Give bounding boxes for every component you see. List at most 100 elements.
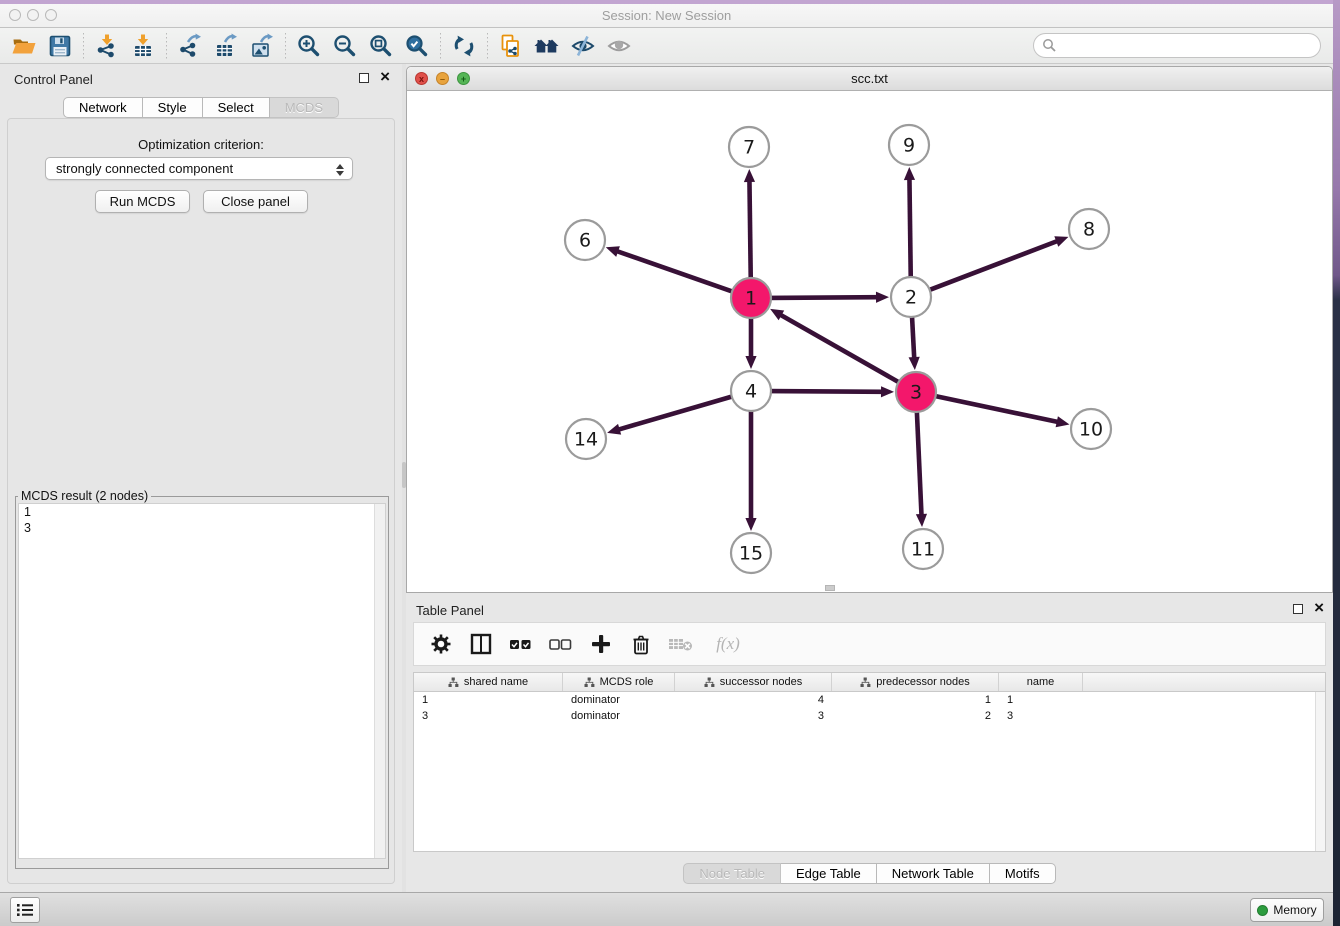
mcds-result-text[interactable]: 13 [18, 503, 386, 859]
search-input[interactable] [1033, 33, 1321, 58]
first-neighbors-button[interactable] [529, 30, 565, 62]
export-table-icon [213, 33, 239, 59]
toolbar-separator [83, 33, 84, 59]
zoom-out-button[interactable] [327, 30, 363, 62]
close-panel-button[interactable]: Close panel [203, 190, 308, 213]
houses-icon [533, 33, 561, 59]
add-column-button[interactable] [588, 631, 614, 657]
tab-motifs[interactable]: Motifs [990, 863, 1056, 884]
tab-network[interactable]: Network [63, 97, 143, 118]
cell-predecessor-nodes[interactable]: 1 [832, 692, 999, 708]
tab-mcds[interactable]: MCDS [270, 97, 339, 118]
mcds-panel: Optimization criterion: strongly connect… [7, 118, 395, 884]
graph-edge-3-1[interactable] [780, 314, 902, 383]
network-view-window: x – + scc.txt 7968124314101511 [406, 66, 1333, 593]
column-header-MCDS-role[interactable]: MCDS role [563, 673, 675, 691]
graph-node-label: 7 [743, 137, 755, 159]
network-window-title: scc.txt [407, 71, 1332, 86]
hide-selected-button[interactable] [565, 30, 601, 62]
graph-edge-4-3[interactable] [768, 391, 883, 392]
save-session-button[interactable] [42, 30, 78, 62]
zoom-selected-icon [404, 33, 430, 59]
unchecked-boxes-icon [549, 633, 573, 655]
canvas-scrollbar-thumb[interactable] [825, 585, 835, 591]
zoom-selected-button[interactable] [399, 30, 435, 62]
cell-successor-nodes[interactable]: 4 [675, 692, 832, 708]
tab-edge-table[interactable]: Edge Table [781, 863, 877, 884]
table-tabs: Node TableEdge TableNetwork TableMotifs [406, 863, 1333, 884]
cell-predecessor-nodes[interactable]: 2 [832, 708, 999, 724]
criterion-dropdown[interactable]: strongly connected component [45, 157, 353, 180]
graph-node-label: 11 [911, 539, 935, 561]
column-header-predecessor-nodes[interactable]: predecessor nodes [832, 673, 999, 691]
run-mcds-button[interactable]: Run MCDS [95, 190, 190, 213]
import-table-button[interactable] [125, 30, 161, 62]
new-network-from-selection-button[interactable] [493, 30, 529, 62]
graph-node-label: 8 [1083, 219, 1095, 241]
graph-edge-arrowhead [916, 514, 927, 527]
toggle-panes-button[interactable] [468, 631, 494, 657]
delete-column-button[interactable] [628, 631, 654, 657]
result-scrollbar[interactable] [374, 504, 385, 858]
table-row[interactable]: 3dominator323 [414, 708, 1325, 724]
cell-name[interactable]: 1 [999, 692, 1083, 708]
graph-edge-2-3[interactable] [912, 314, 914, 359]
function-builder-button-disabled: f(x) [708, 631, 748, 657]
graph-edge-1-6[interactable] [616, 251, 735, 293]
deselect-all-button[interactable] [548, 631, 574, 657]
column-header-successor-nodes[interactable]: successor nodes [675, 673, 832, 691]
table-settings-button[interactable] [428, 631, 454, 657]
list-icon [15, 901, 35, 919]
cell-MCDS-role[interactable]: dominator [563, 708, 675, 724]
show-all-button[interactable] [601, 30, 637, 62]
graph-edge-1-2[interactable] [768, 297, 878, 298]
tab-network-table[interactable]: Network Table [877, 863, 990, 884]
cell-name[interactable]: 3 [999, 708, 1083, 724]
graph-edge-4-14[interactable] [618, 396, 735, 430]
zoom-fit-button[interactable] [363, 30, 399, 62]
export-image-button[interactable] [244, 30, 280, 62]
graph-edge-arrowhead [745, 518, 756, 531]
export-network-button[interactable] [172, 30, 208, 62]
mcds-result-line: 1 [19, 504, 385, 520]
table-row[interactable]: 1dominator411 [414, 692, 1325, 708]
float-panel-icon[interactable] [359, 73, 369, 83]
select-all-button[interactable] [508, 631, 534, 657]
network-canvas[interactable]: 7968124314101511 [407, 91, 1332, 592]
memory-button[interactable]: Memory [1250, 898, 1324, 922]
graph-edge-1-7[interactable] [749, 180, 750, 281]
graph-edge-3-11[interactable] [917, 409, 922, 516]
graph-edge-arrowhead [1056, 416, 1070, 427]
cell-shared-name[interactable]: 1 [414, 692, 563, 708]
open-folder-icon [11, 33, 37, 59]
zoom-fit-icon [368, 33, 394, 59]
open-session-button[interactable] [6, 30, 42, 62]
table-scrollbar[interactable] [1315, 692, 1325, 851]
export-table-button[interactable] [208, 30, 244, 62]
graph-edge-2-9[interactable] [909, 178, 910, 280]
column-header-shared-name[interactable]: shared name [414, 673, 563, 691]
graph-edge-3-10[interactable] [933, 396, 1059, 423]
graph-node-label: 3 [910, 382, 922, 404]
close-table-panel-icon[interactable]: × [1314, 598, 1324, 618]
sort-tree-icon [584, 677, 595, 688]
float-table-panel-icon[interactable] [1293, 604, 1303, 614]
cell-MCDS-role[interactable]: dominator [563, 692, 675, 708]
zoom-in-button[interactable] [291, 30, 327, 62]
table-body: 1dominator4113dominator323 [414, 692, 1325, 851]
fx-icon: f(x) [716, 634, 740, 654]
tab-select[interactable]: Select [203, 97, 270, 118]
column-header-name[interactable]: name [999, 673, 1083, 691]
import-network-button[interactable] [89, 30, 125, 62]
toolbar-separator [285, 33, 286, 59]
tab-node-table[interactable]: Node Table [683, 863, 781, 884]
graph-edge-2-8[interactable] [927, 241, 1058, 291]
task-history-button[interactable] [10, 897, 40, 923]
cell-successor-nodes[interactable]: 3 [675, 708, 832, 724]
main-toolbar [0, 28, 1333, 64]
graph-edge-arrowhead [607, 424, 621, 435]
close-panel-icon[interactable]: × [380, 67, 390, 87]
cell-shared-name[interactable]: 3 [414, 708, 563, 724]
apply-layout-button[interactable] [446, 30, 482, 62]
tab-style[interactable]: Style [143, 97, 203, 118]
